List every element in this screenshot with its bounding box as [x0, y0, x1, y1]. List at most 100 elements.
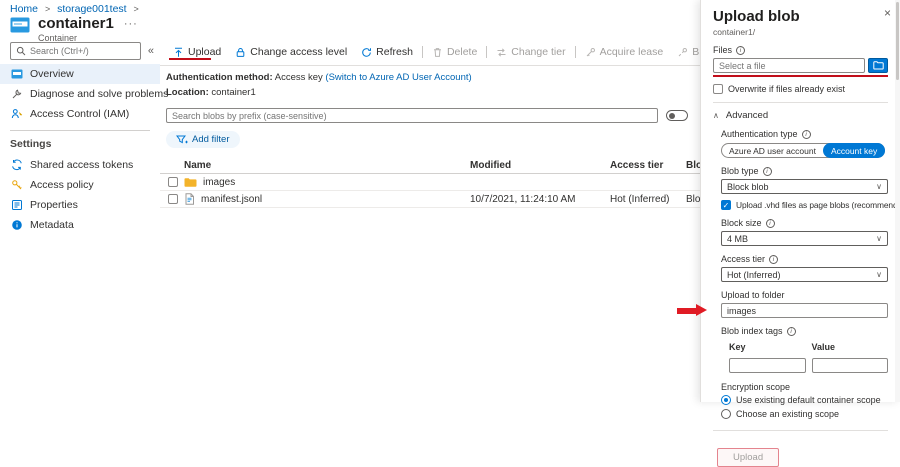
blob-name-link[interactable]: images	[203, 177, 235, 188]
change-access-level-label: Change access level	[250, 46, 347, 58]
lock-icon	[235, 47, 246, 58]
advanced-section-body: Authentication type i Azure AD user acco…	[713, 129, 888, 419]
encryption-default-label: Use existing default container scope	[736, 395, 881, 405]
container-icon	[10, 15, 30, 35]
upload-button-label: Upload	[188, 46, 221, 58]
sidebar-item-label: Shared access tokens	[30, 159, 133, 171]
blob-type-label: Blob type i	[721, 166, 888, 176]
sidebar-item-overview[interactable]: Overview	[0, 64, 160, 84]
breadcrumb-storage-account[interactable]: storage001test	[57, 3, 126, 15]
upload-to-folder-row	[721, 303, 888, 318]
sidebar-item-access-control[interactable]: Access Control (IAM)	[0, 104, 160, 124]
blob-index-tags-grid: Key Value	[721, 339, 888, 373]
vhd-checkbox[interactable]: ✓	[721, 200, 731, 210]
break-lease-label: Break lease	[692, 46, 700, 58]
sidebar-item-label: Access policy	[30, 179, 94, 191]
column-access-tier[interactable]: Access tier	[610, 160, 686, 171]
key-icon	[10, 179, 23, 191]
annotation-upload-underline	[169, 58, 211, 60]
search-icon	[16, 46, 26, 56]
sidebar-item-label: Overview	[30, 68, 74, 80]
info-icon: i	[766, 219, 775, 228]
row-checkbox[interactable]	[168, 177, 178, 187]
show-deleted-toggle[interactable]	[666, 110, 688, 121]
radio-unselected[interactable]	[721, 409, 731, 419]
encryption-default-option[interactable]: Use existing default container scope	[721, 395, 888, 405]
panel-scrollbar[interactable]	[895, 0, 900, 402]
upload-button[interactable]: Upload	[166, 46, 228, 58]
encryption-scope-label-text: Encryption scope	[721, 382, 790, 392]
change-tier-button[interactable]: Change tier	[489, 46, 572, 58]
delete-button[interactable]: Delete	[425, 46, 484, 58]
sidebar-item-metadata[interactable]: Metadata	[0, 215, 160, 235]
file-input[interactable]	[719, 61, 859, 71]
sidebar-item-shared-access-tokens[interactable]: Shared access tokens	[0, 155, 160, 175]
switch-auth-link[interactable]: (Switch to Azure AD User Account)	[325, 72, 471, 83]
auth-option-account-key[interactable]: Account key	[823, 143, 885, 158]
overwrite-checkbox[interactable]	[713, 84, 723, 94]
sidebar-item-label: Properties	[30, 199, 78, 211]
table-row-images[interactable]: images	[160, 174, 700, 191]
table-row-manifest[interactable]: manifest.jsonl 10/7/2021, 11:24:10 AM Ho…	[160, 191, 700, 208]
change-tier-label: Change tier	[511, 46, 565, 58]
block-size-label-text: Block size	[721, 218, 762, 228]
auth-option-azure-ad[interactable]: Azure AD user account	[722, 146, 823, 156]
chevron-down-icon: ∨	[876, 182, 882, 191]
change-access-level-button[interactable]: Change access level	[228, 46, 354, 58]
advanced-section-toggle[interactable]: ∧ Advanced	[713, 110, 888, 121]
breadcrumb-home[interactable]: Home	[10, 3, 38, 15]
close-icon[interactable]: ×	[884, 6, 891, 20]
panel-upload-button[interactable]: Upload	[717, 448, 779, 467]
column-name[interactable]: Name	[184, 160, 470, 171]
sidebar-search-box[interactable]	[10, 42, 141, 60]
breadcrumb: Home > storage001test >	[10, 3, 143, 15]
vhd-checkbox-row: ✓ Upload .vhd files as page blobs (recom…	[721, 200, 888, 210]
break-lease-button[interactable]: Break lease	[670, 46, 700, 58]
sidebar-item-diagnose[interactable]: Diagnose and solve problems	[0, 84, 160, 104]
blob-search-box[interactable]	[166, 108, 658, 123]
file-input-box[interactable]	[713, 58, 865, 73]
browse-files-button[interactable]	[868, 58, 888, 73]
upload-to-folder-input[interactable]	[721, 303, 888, 318]
panel-footer-divider	[713, 430, 888, 431]
swap-arrows-icon	[496, 47, 507, 58]
sidebar-collapse-button[interactable]: «	[148, 45, 154, 57]
add-filter-button[interactable]: Add filter	[166, 131, 240, 148]
breadcrumb-separator: >	[45, 4, 50, 14]
tag-key-input[interactable]	[729, 358, 806, 373]
row-checkbox[interactable]	[168, 194, 178, 204]
files-label-text: Files	[713, 45, 732, 55]
radio-selected[interactable]	[721, 395, 731, 405]
toolbar-separator	[575, 46, 576, 58]
filter-funnel-icon	[176, 135, 188, 145]
acquire-lease-button[interactable]: Acquire lease	[578, 46, 671, 58]
more-menu-button[interactable]: ···	[124, 18, 138, 30]
blob-type-select[interactable]: Block blob ∨	[721, 179, 888, 194]
refresh-button[interactable]: Refresh	[354, 46, 420, 58]
access-tier-label: Access tier i	[721, 254, 888, 264]
scrollbar-thumb[interactable]	[896, 2, 899, 80]
sidebar-item-properties[interactable]: Properties	[0, 195, 160, 215]
block-size-select[interactable]: 4 MB ∨	[721, 231, 888, 246]
column-modified[interactable]: Modified	[470, 160, 610, 171]
delete-label: Delete	[447, 46, 477, 58]
toolbar-separator	[422, 46, 423, 58]
info-lines: Authentication method: Access key (Switc…	[160, 66, 700, 100]
auth-type-label: Authentication type i	[721, 129, 888, 139]
access-tier-select[interactable]: Hot (Inferred) ∨	[721, 267, 888, 282]
tags-key-header: Key	[729, 342, 806, 352]
blob-search-row	[166, 108, 700, 123]
blob-table-header: Name Modified Access tier Blob type	[160, 157, 700, 174]
encryption-existing-option[interactable]: Choose an existing scope	[721, 409, 888, 419]
blob-name-link[interactable]: manifest.jsonl	[201, 194, 262, 205]
sidebar-search-input[interactable]	[30, 46, 135, 56]
sidebar-item-access-policy[interactable]: Access policy	[0, 175, 160, 195]
upload-icon	[173, 47, 184, 58]
tag-value-input[interactable]	[812, 358, 889, 373]
page-header: container1 ··· Container	[10, 15, 138, 43]
toolbar-separator	[486, 46, 487, 58]
info-icon: i	[802, 130, 811, 139]
column-blob-type[interactable]: Blob type	[686, 160, 700, 171]
overwrite-label: Overwrite if files already exist	[728, 84, 845, 94]
blob-search-input[interactable]	[172, 111, 652, 121]
